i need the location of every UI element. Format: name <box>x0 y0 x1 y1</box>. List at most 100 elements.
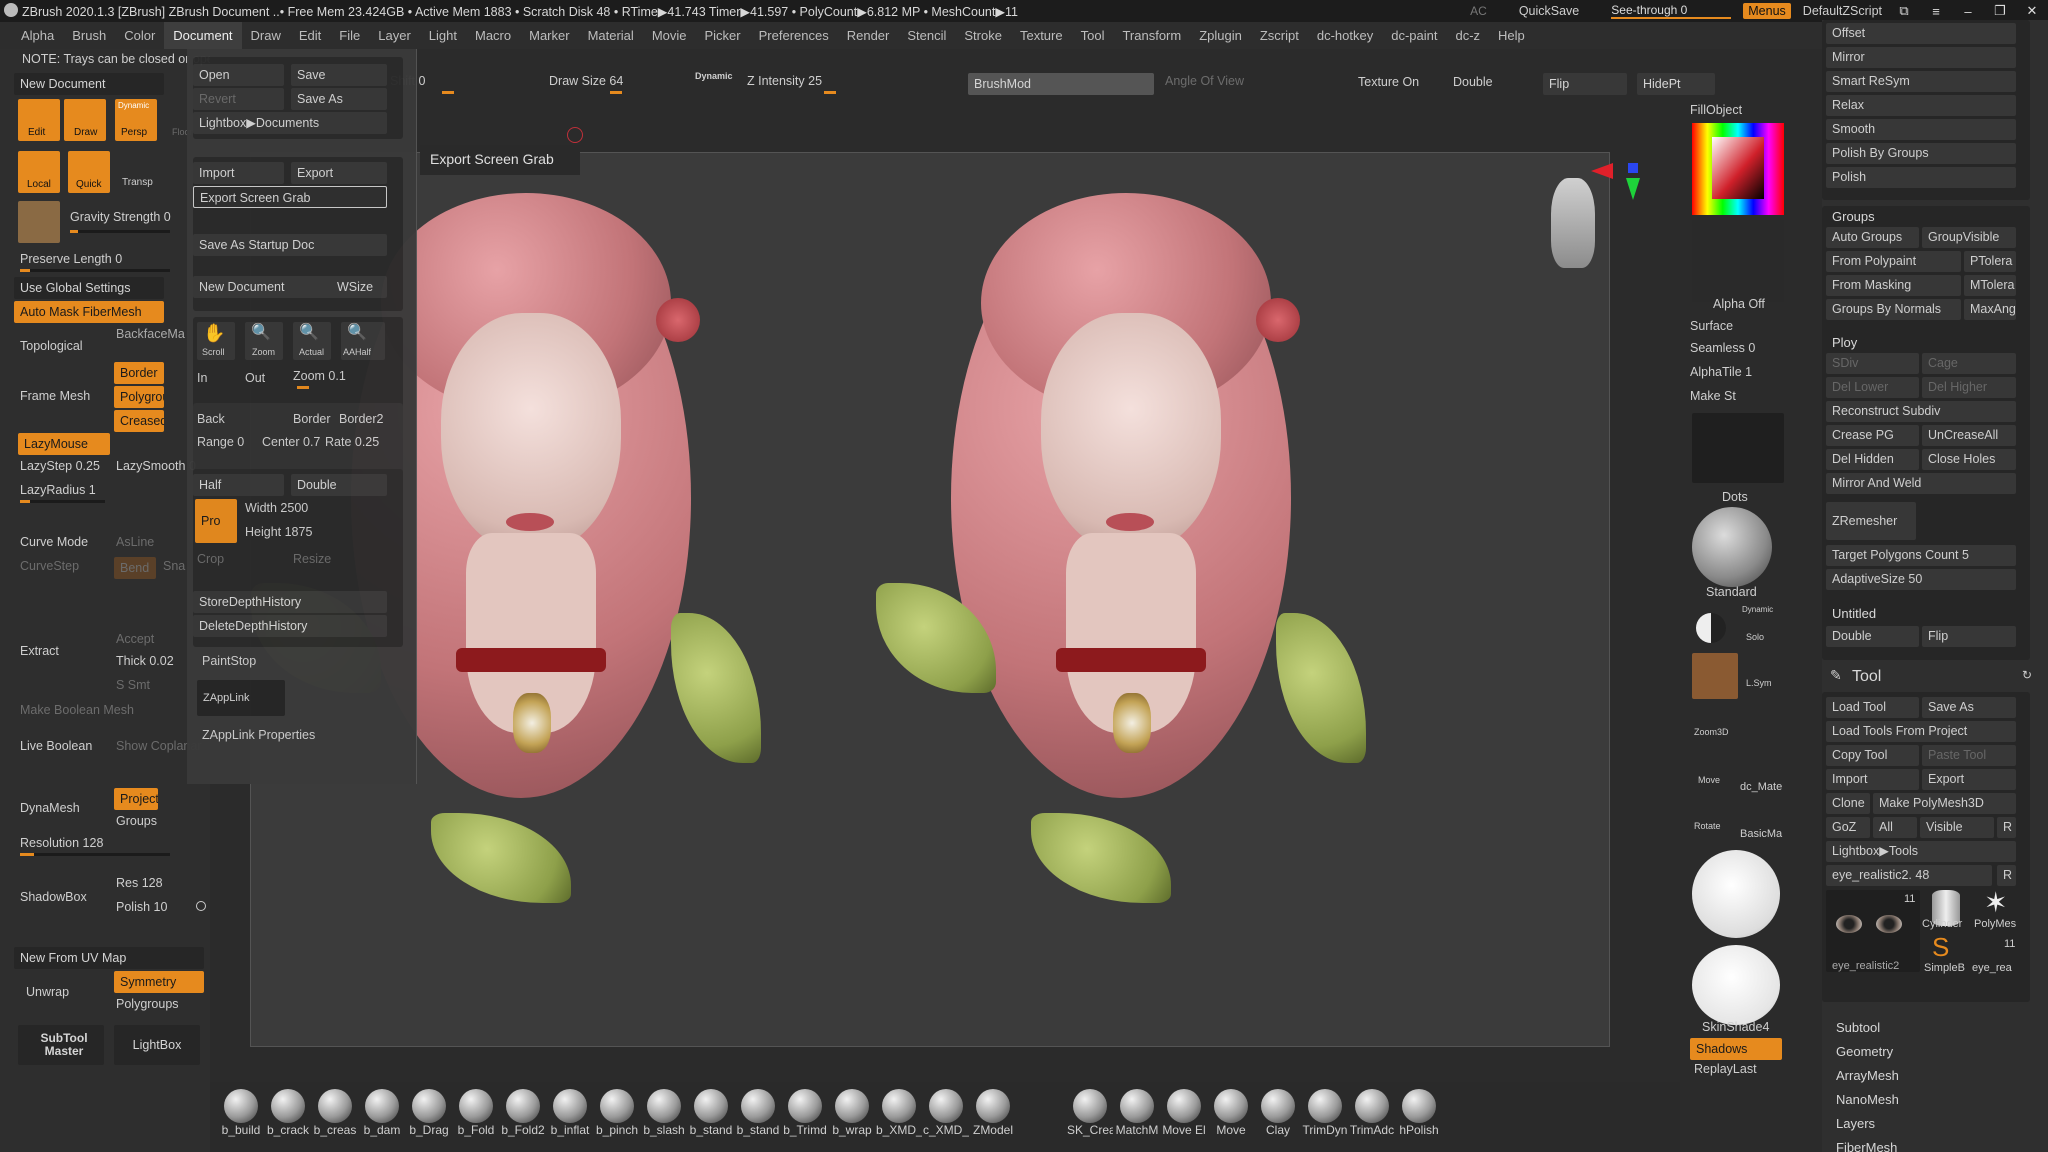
del-hidden-button[interactable]: Del Hidden <box>1826 449 1919 470</box>
ptolera-slider[interactable]: PTolera <box>1964 251 2016 272</box>
open-button[interactable]: Open <box>193 64 284 86</box>
menu-dc-z[interactable]: dc-z <box>1446 22 1489 49</box>
crop-button[interactable]: Crop <box>197 552 224 566</box>
reconstruct-subdiv-button[interactable]: Reconstruct Subdiv <box>1826 401 2016 422</box>
creased-edges-toggle[interactable]: Creased edg <box>114 410 164 432</box>
export-button[interactable]: Export <box>291 162 387 184</box>
extract-button[interactable]: Extract <box>20 644 59 658</box>
new-document-popup-button[interactable]: New Document <box>193 276 341 298</box>
unwrap-button[interactable]: Unwrap <box>26 985 69 999</box>
brush-10[interactable]: b_stand <box>688 1086 734 1148</box>
flip-right-button[interactable]: Flip <box>1922 626 2016 647</box>
snap-label[interactable]: Sna <box>163 559 185 573</box>
lazystep[interactable]: LazyStep 0.25 <box>20 459 100 473</box>
menu-layer[interactable]: Layer <box>369 22 420 49</box>
clone-button[interactable]: Clone <box>1826 793 1870 814</box>
polish-by-groups-slider[interactable]: Polish By Groups <box>1826 143 2016 164</box>
texture-on-button[interactable]: Texture On <box>1358 75 1419 89</box>
rotate-button[interactable]: Rotate <box>1694 821 1721 831</box>
dynamic-label[interactable]: Dynamic <box>695 71 733 81</box>
auto-groups-button[interactable]: Auto Groups <box>1826 227 1919 248</box>
copy-tool-button[interactable]: Copy Tool <box>1826 745 1919 766</box>
brush-alpha-thumb[interactable] <box>18 201 60 243</box>
menu-zscript[interactable]: Zscript <box>1251 22 1308 49</box>
menu-edit[interactable]: Edit <box>290 22 330 49</box>
range-slider[interactable]: Range 0 <box>197 435 244 449</box>
out-button[interactable]: Out <box>245 371 265 385</box>
mtolera-slider[interactable]: MTolera <box>1964 275 2016 296</box>
menu-draw[interactable]: Draw <box>242 22 290 49</box>
menu-light[interactable]: Light <box>420 22 466 49</box>
in-button[interactable]: In <box>197 371 207 385</box>
close-icon[interactable]: ✕ <box>2022 3 2042 19</box>
curvestep[interactable]: CurveStep <box>20 559 79 573</box>
subpalette-nanomesh[interactable]: NanoMesh <box>1836 1092 1899 1107</box>
polymesh-star-icon[interactable]: ✶ <box>1984 886 2007 919</box>
alpha-off-label[interactable]: Alpha Off <box>1713 297 1765 311</box>
ploy-header[interactable]: Ploy <box>1832 335 1857 350</box>
import-button[interactable]: Import <box>193 162 284 184</box>
skinshade-sphere[interactable] <box>1692 945 1780 1025</box>
close-holes-button[interactable]: Close Holes <box>1922 449 2016 470</box>
menu-dc-hotkey[interactable]: dc-hotkey <box>1308 22 1382 49</box>
visible-button[interactable]: Visible <box>1920 817 1994 838</box>
standard-brush-thumb[interactable] <box>1692 507 1772 587</box>
basicma-thumb[interactable]: BasicMa <box>1740 828 1782 840</box>
zoom-knob[interactable] <box>297 386 309 389</box>
sdiv-slider[interactable]: SDiv <box>1826 353 1919 374</box>
alpha-thumb[interactable] <box>1692 220 1784 302</box>
smooth-slider[interactable]: Smooth <box>1826 119 2016 140</box>
move-button[interactable]: Move <box>1698 775 1720 785</box>
yin-yang-icon[interactable] <box>1696 613 1726 643</box>
s-smt-slider[interactable]: S Smt <box>116 678 150 692</box>
subpalette-layers[interactable]: Layers <box>1836 1116 1875 1131</box>
cylinder-label[interactable]: Cylinder <box>1922 918 1962 930</box>
menu-alpha[interactable]: Alpha <box>12 22 63 49</box>
menu-file[interactable]: File <box>330 22 369 49</box>
brush-2[interactable]: b_creas <box>312 1086 358 1148</box>
axis-red-icon[interactable] <box>1591 163 1613 179</box>
zapplink-properties[interactable]: ZAppLink Properties <box>202 728 315 742</box>
menu-zplugin[interactable]: Zplugin <box>1190 22 1251 49</box>
load-tool-button[interactable]: Load Tool <box>1826 697 1919 718</box>
polygroups-toggle[interactable]: Polygroups <box>114 386 164 408</box>
resolution-slider[interactable]: Resolution 128 <box>20 836 103 850</box>
menu-brush[interactable]: Brush <box>63 22 115 49</box>
menu-stencil[interactable]: Stencil <box>898 22 955 49</box>
tool-header[interactable]: Tool <box>1852 668 1881 686</box>
brush-16[interactable]: ZModel <box>970 1086 1016 1148</box>
del-lower-button[interactable]: Del Lower <box>1826 377 1919 398</box>
angle-of-view-slider[interactable]: Angle Of View <box>1165 74 1244 88</box>
shadows-toggle[interactable]: Shadows <box>1690 1038 1782 1060</box>
brush-20[interactable]: Move <box>1208 1086 1254 1148</box>
topological-label[interactable]: Topological <box>20 339 83 353</box>
fillobject-button[interactable]: FillObject <box>1690 103 1742 117</box>
rate-slider[interactable]: Rate 0.25 <box>325 435 379 449</box>
half-button[interactable]: Half <box>193 474 284 496</box>
simpleb-icon[interactable]: S <box>1932 932 1949 963</box>
height-slider[interactable]: Height 1875 <box>245 525 312 539</box>
brush-23[interactable]: TrimAdc <box>1349 1086 1395 1148</box>
see-through-slider[interactable]: See-through 0 <box>1611 3 1732 19</box>
shift-knob[interactable] <box>442 91 454 94</box>
brushmod-slider[interactable]: BrushMod <box>968 73 1154 95</box>
groupvisible-button[interactable]: GroupVisible <box>1922 227 2016 248</box>
auto-mask-fibermesh[interactable]: Auto Mask FiberMesh <box>14 301 164 323</box>
menu-preferences[interactable]: Preferences <box>750 22 838 49</box>
bend-button[interactable]: Bend <box>114 557 156 579</box>
skinshade-label[interactable]: SkinShade4 <box>1702 1020 1769 1034</box>
mirror-slider[interactable]: Mirror <box>1826 47 2016 68</box>
new-from-uv-map[interactable]: New From UV Map <box>14 947 204 969</box>
brush-17[interactable]: SK_Crea <box>1067 1086 1113 1148</box>
asline[interactable]: AsLine <box>116 535 154 549</box>
brush-24[interactable]: hPolish <box>1396 1086 1442 1148</box>
make-boolean-mesh[interactable]: Make Boolean Mesh <box>20 703 134 717</box>
paintstop-label[interactable]: PaintStop <box>202 654 256 668</box>
menu-dc-paint[interactable]: dc-paint <box>1382 22 1446 49</box>
preserve-length[interactable]: Preserve Length 0 <box>20 252 122 266</box>
maxang-slider[interactable]: MaxAng <box>1964 299 2016 320</box>
material-thumb[interactable] <box>1692 653 1738 699</box>
brush-8[interactable]: b_pinch <box>594 1086 640 1148</box>
hidept-button[interactable]: HidePt <box>1637 73 1715 95</box>
double-size-button[interactable]: Double <box>291 474 387 496</box>
